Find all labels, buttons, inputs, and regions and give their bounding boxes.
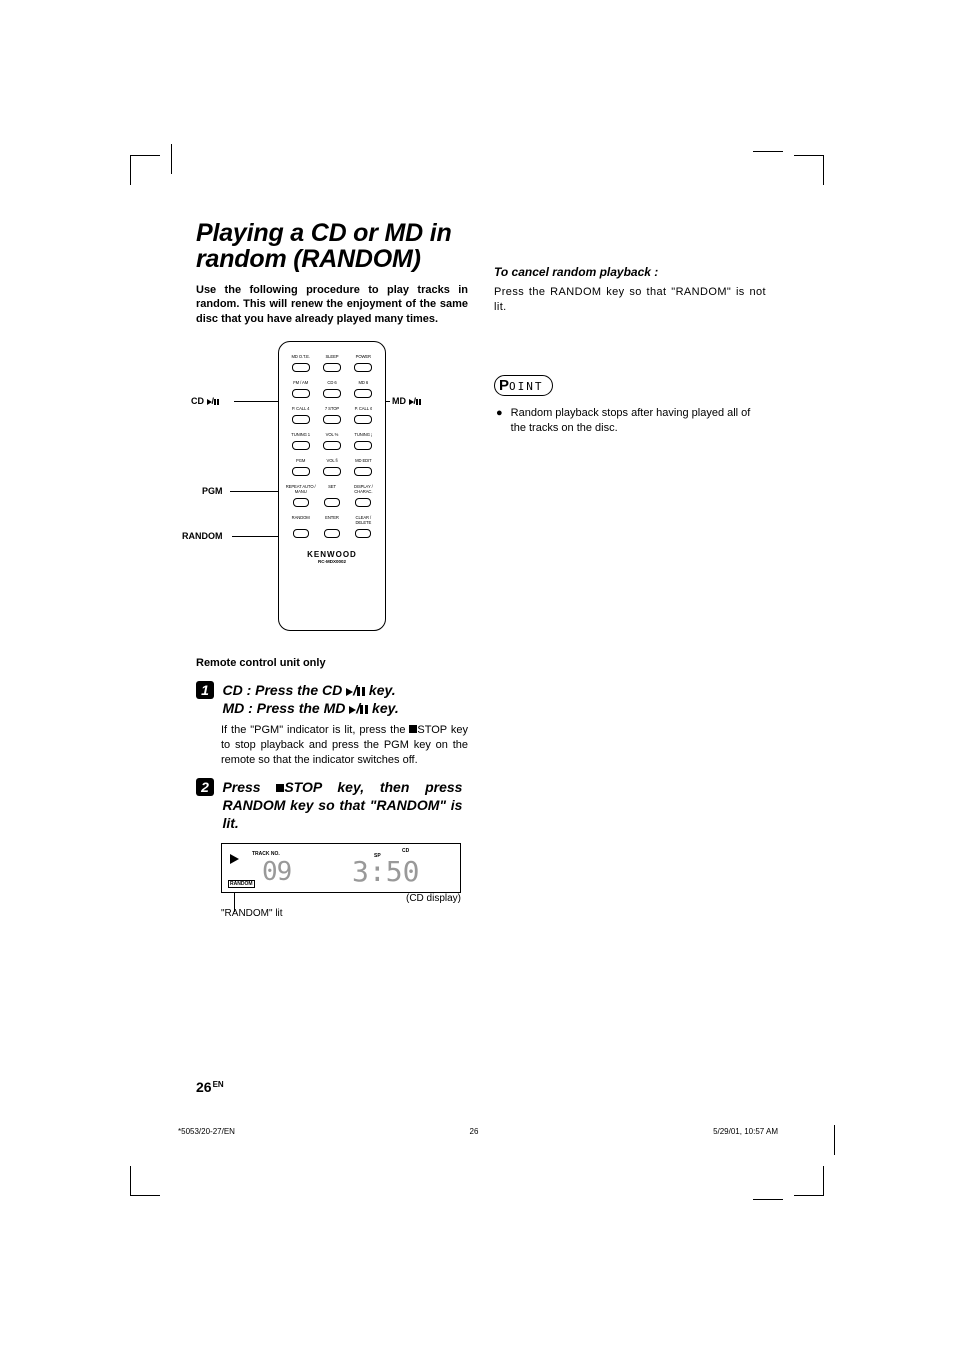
random-indicator: RANDOM [228,880,255,888]
step-1-number: 1 [196,681,214,699]
step-1-heading: CD : Press the CD / key. MD : Press the … [222,681,462,717]
remote-button [293,498,309,507]
remote-button [354,441,372,450]
page-lang: EN [213,1080,224,1089]
step-1-line-a: CD : Press the CD [222,682,342,698]
cancel-body: Press the RANDOM key so that "RANDOM" is… [494,285,766,315]
remote-label: SET [316,484,347,494]
remote-button [323,389,341,398]
remote-brand: KENWOOD [279,550,385,559]
step-2: 2 Press STOP key, then press RANDOM key … [196,778,468,833]
remote-button [324,529,340,538]
step-1-line-b: MD : Press the MD [222,700,345,716]
remote-diagram: CD / PGM RANDOM MD / MD O.T.E.SLEEPPOWER… [196,341,468,641]
remote-label: MD EDIT [348,458,379,463]
play-indicator-icon [230,850,239,868]
crop-mark-br [794,1166,824,1196]
step-1: 1 CD : Press the CD / key. MD : Press th… [196,681,468,768]
play-icon [346,688,353,696]
step-1-body-a: If the "PGM" indicator is lit, press the [221,724,409,736]
step-1-suffix-b: key. [368,700,399,716]
remote-label: MD O.T.E. [285,354,316,359]
remote-outline: MD O.T.E.SLEEPPOWER FM / AMCD 6MD 6 P. C… [278,341,386,631]
remote-label: CD 6 [316,380,347,385]
lcd-display: TRACK NO. 09 SP CD 3:50 RANDOM [221,843,461,893]
remote-button [292,441,310,450]
footer-mid: 26 [470,1127,479,1136]
crop-mark-tl [130,155,160,185]
remote-label: DISPLAY / CHARAC. [348,484,379,494]
remote-label: CLEAR / DELETE [348,515,379,525]
remote-label: TUNING ¡ [348,432,379,437]
remote-label: P. CALL ¢ [348,406,379,411]
pause-icon [357,687,365,696]
point-bullet: ● Random playback stops after having pla… [494,406,766,436]
point-text: Random playback stops after having playe… [511,406,766,436]
intro-text: Use the following procedure to play trac… [196,283,468,328]
remote-label: P. CALL 4 [285,406,316,411]
footer-left: *5053/20-27/EN [178,1127,235,1136]
step-2-heading: Press STOP key, then press RANDOM key so… [222,778,462,833]
step-2-press: Press [222,779,276,795]
remote-button [355,498,371,507]
remote-button [292,363,310,372]
remote-only-note: Remote control unit only [196,657,468,669]
remote-label: RANDOM [285,515,316,525]
track-number: 09 [262,857,291,887]
remote-label: REPEAT AUTO / MANU [285,484,316,494]
crop-mark-tr [794,155,824,185]
time-display: 3:50 [352,855,419,888]
remote-label: VOL fi [316,458,347,463]
remote-label: ENTER [316,515,347,525]
remote-label: TUNING 1 [285,432,316,437]
footer: *5053/20-27/EN 26 5/29/01, 10:57 AM [178,1127,778,1136]
remote-label: SLEEP [316,354,347,359]
remote-button [323,441,341,450]
remote-label: MD 6 [348,380,379,385]
callout-random: RANDOM [182,531,223,541]
remote-button [323,467,341,476]
remote-button [323,363,341,372]
footer-right: 5/29/01, 10:57 AM [713,1127,778,1136]
step-1-suffix-a: key. [365,682,396,698]
callout-cd: CD / [191,396,219,406]
remote-button [354,389,372,398]
bullet-icon: ● [496,406,503,436]
callout-md: MD / [392,396,421,406]
page-number: 26EN [196,1079,224,1095]
remote-label: 7 STOP [316,406,347,411]
point-badge: POINT [494,375,553,396]
display-caption-left: "RANDOM" lit [221,908,468,919]
remote-label: PGM [285,458,316,463]
indicator-lead-line [234,892,235,912]
page-title: Playing a CD or MD in random (RANDOM) [196,220,468,273]
remote-button [293,529,309,538]
remote-button [292,415,310,424]
display-caption-right: (CD display) [221,893,461,904]
crop-mark-bl [130,1166,160,1196]
remote-button [292,467,310,476]
remote-button [354,363,372,372]
point-label: OINT [509,380,544,393]
remote-button [354,415,372,424]
pause-icon [360,705,368,714]
callout-pgm: PGM [202,486,223,496]
remote-button [324,498,340,507]
remote-button [355,529,371,538]
play-icon [349,706,356,714]
remote-button [292,389,310,398]
cd-indicator: CD [402,848,409,854]
remote-label: FM / AM [285,380,316,385]
remote-button [354,467,372,476]
remote-model: RC-MDX0002 [279,559,385,564]
step-2-number: 2 [196,778,214,796]
step-1-body: If the "PGM" indicator is lit, press the… [221,723,468,768]
remote-button [323,415,341,424]
remote-label: POWER [348,354,379,359]
cancel-heading: To cancel random playback : [494,265,766,279]
remote-label: VOL % [316,432,347,437]
